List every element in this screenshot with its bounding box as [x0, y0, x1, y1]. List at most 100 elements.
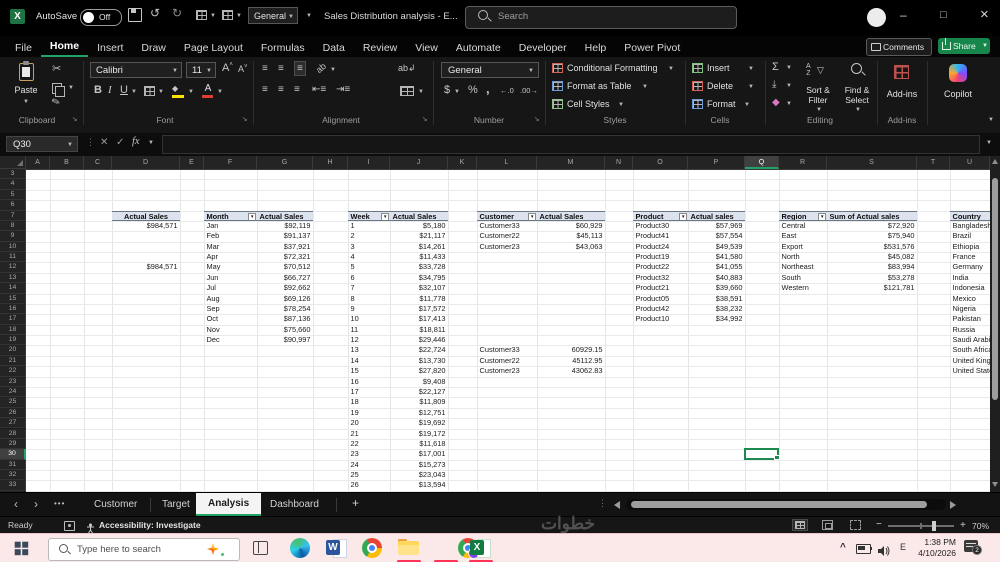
- row-header-31[interactable]: 31: [0, 460, 26, 470]
- font-color-icon[interactable]: A: [202, 83, 214, 92]
- row-header-29[interactable]: 29: [0, 439, 26, 449]
- row-header-4[interactable]: 4: [0, 179, 26, 189]
- grid-cell[interactable]: Mar: [204, 242, 257, 252]
- grid-cell[interactable]: Product32: [633, 273, 688, 283]
- chevron-down-icon[interactable]: ▼: [786, 101, 792, 107]
- row-header-22[interactable]: 22: [0, 366, 26, 376]
- grid-cell[interactable]: 2: [348, 231, 390, 241]
- grid-cell[interactable]: $66,727: [257, 273, 313, 283]
- redo-icon[interactable]: ↻: [172, 6, 182, 20]
- column-header-L[interactable]: L: [477, 156, 537, 169]
- column-header-R[interactable]: R: [779, 156, 827, 169]
- grid-cell[interactable]: Mexico: [950, 294, 990, 304]
- row-header-15[interactable]: 15: [0, 294, 26, 304]
- grid-cell[interactable]: Customer22: [477, 231, 537, 241]
- row-header-19[interactable]: 19: [0, 335, 26, 345]
- enter-formula-icon[interactable]: ✓: [116, 137, 124, 148]
- grid-cell[interactable]: 11: [348, 325, 390, 335]
- grid-cell[interactable]: $13,730: [390, 356, 448, 366]
- grid-cell[interactable]: South Africa: [950, 345, 990, 355]
- menu-help[interactable]: Help: [576, 39, 616, 57]
- grid-cell[interactable]: Bangladesh: [950, 221, 990, 231]
- row-header-27[interactable]: 27: [0, 418, 26, 428]
- grid-cell[interactable]: $38,591: [688, 294, 745, 304]
- grid-cell[interactable]: Western: [779, 283, 827, 293]
- grid-cell[interactable]: $92,662: [257, 283, 313, 293]
- column-header-D[interactable]: D: [112, 156, 180, 169]
- grid-cell[interactable]: 9: [348, 304, 390, 314]
- grid-cell[interactable]: $19,172: [390, 429, 448, 439]
- chevron-down-icon[interactable]: ▼: [330, 67, 336, 73]
- filter-button[interactable]: ▼: [528, 213, 536, 221]
- column-header-C[interactable]: C: [84, 156, 112, 169]
- grid-cell[interactable]: Jan: [204, 221, 257, 231]
- grid-cell[interactable]: 15: [348, 366, 390, 376]
- clock-time[interactable]: 1:38 PM: [908, 537, 956, 547]
- grid-cell[interactable]: 26: [348, 480, 390, 490]
- fill-down-icon[interactable]: ⤓: [772, 79, 776, 90]
- grid-cell[interactable]: $11,778: [390, 294, 448, 304]
- table-header-cell[interactable]: Product▼: [633, 211, 688, 221]
- grid-cell[interactable]: $78,254: [257, 304, 313, 314]
- speaker-icon[interactable]: [878, 543, 890, 561]
- grid-cell[interactable]: $92,119: [257, 221, 313, 231]
- grid-cell[interactable]: Jun: [204, 273, 257, 283]
- notification-icon[interactable]: 2: [964, 540, 978, 552]
- format-as-table-icon[interactable]: [552, 81, 563, 91]
- filter-button[interactable]: ▼: [248, 213, 256, 221]
- table-header-cell[interactable]: Week▼: [348, 211, 390, 221]
- grid-cell[interactable]: North: [779, 252, 827, 262]
- align-left-icon[interactable]: ≡: [262, 84, 268, 95]
- chevron-down-icon[interactable]: ▼: [217, 89, 223, 95]
- zoom-slider-track[interactable]: [888, 525, 954, 527]
- grid-cell[interactable]: Customer22: [477, 356, 537, 366]
- grid-cell[interactable]: Ethiopia: [950, 242, 990, 252]
- taskbar-search-box[interactable]: Type here to search: [48, 538, 240, 561]
- grip-dots-icon[interactable]: ⋮: [598, 498, 607, 509]
- column-header-K[interactable]: K: [448, 156, 477, 169]
- grid-cell[interactable]: $531,576: [827, 242, 917, 252]
- grid-cell[interactable]: $34,992: [688, 314, 745, 324]
- grid-cell[interactable]: 20: [348, 418, 390, 428]
- share-button[interactable]: Share ▼: [938, 38, 990, 54]
- sheet-tab-dashboard[interactable]: Dashboard: [258, 493, 331, 517]
- table-header-cell[interactable]: Sum of Actual sales: [827, 211, 917, 221]
- clear-icon[interactable]: ◆: [772, 97, 780, 108]
- sheet-nav-right-icon[interactable]: ›: [34, 497, 38, 511]
- grid-cell[interactable]: Product21: [633, 283, 688, 293]
- borders-icon[interactable]: [144, 86, 155, 96]
- cancel-formula-icon[interactable]: ✕: [100, 137, 108, 148]
- selection-fill-handle[interactable]: [774, 455, 780, 461]
- grid-cell[interactable]: $34,795: [390, 273, 448, 283]
- zoom-in-button[interactable]: +: [960, 520, 966, 531]
- insert-cells-button[interactable]: Insert: [707, 63, 730, 73]
- insert-function-icon[interactable]: fx: [132, 136, 140, 147]
- start-button[interactable]: [14, 541, 29, 556]
- row-header-21[interactable]: 21: [0, 356, 26, 366]
- row-header-12[interactable]: 12: [0, 262, 26, 272]
- italic-button[interactable]: I: [108, 84, 112, 96]
- merge-center-icon[interactable]: [400, 86, 414, 96]
- grid-cell[interactable]: $75,940: [827, 231, 917, 241]
- align-center-icon[interactable]: ≡: [278, 84, 284, 95]
- font-size-dropdown[interactable]: 11 ▼: [186, 62, 216, 78]
- word-icon[interactable]: W: [326, 538, 346, 558]
- grid-cell[interactable]: $33,728: [390, 262, 448, 272]
- fill-color-icon[interactable]: ◆: [172, 84, 184, 93]
- grid-cell[interactable]: 13: [348, 345, 390, 355]
- delete-cells-icon[interactable]: [692, 81, 703, 91]
- grid-cell[interactable]: Nov: [204, 325, 257, 335]
- name-box[interactable]: Q30 ▼: [6, 136, 78, 152]
- column-header-Q[interactable]: Q: [745, 156, 779, 169]
- grid-cell[interactable]: South: [779, 273, 827, 283]
- grid-cell[interactable]: $38,232: [688, 304, 745, 314]
- zoom-out-button[interactable]: −: [876, 519, 882, 530]
- grid-cell[interactable]: 1: [348, 221, 390, 231]
- paste-button[interactable]: Paste ▼: [10, 61, 42, 109]
- sort-filter-button[interactable]: AZ ▽ Sort & Filter ▼: [798, 61, 838, 117]
- grid-cell[interactable]: 10: [348, 314, 390, 324]
- grid-cell[interactable]: Germany: [950, 262, 990, 272]
- row-header-14[interactable]: 14: [0, 283, 26, 293]
- row-header-11[interactable]: 11: [0, 252, 26, 262]
- grid-cell[interactable]: 7: [348, 283, 390, 293]
